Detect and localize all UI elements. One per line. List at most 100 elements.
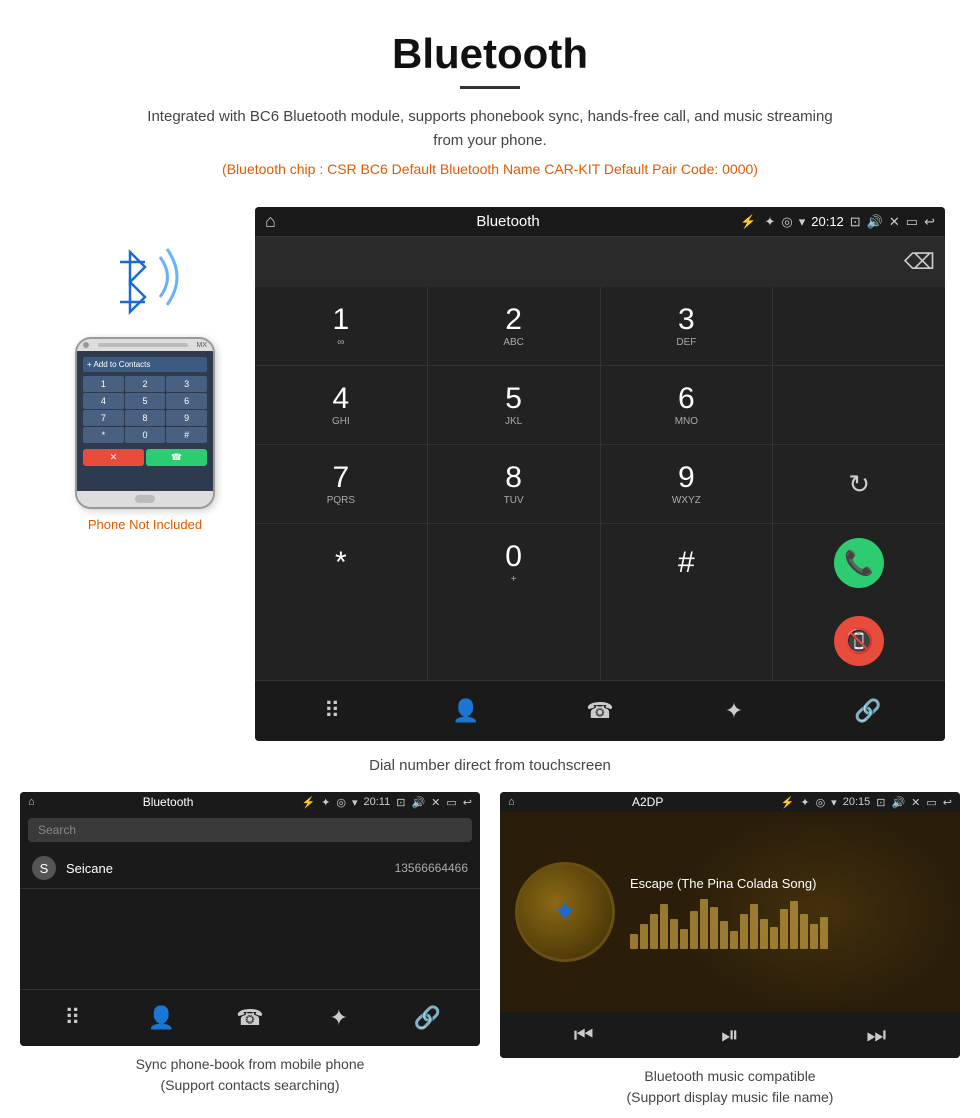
music-bar [680,929,688,949]
music-bar [800,914,808,949]
phone-key-0: 0 [125,427,166,443]
music-block: ⌂ A2DP ⚡ ✦ ◎ ▾ 20:15 ⊡ 🔊 ✕ ▭ ↩ [500,792,960,1108]
pb-close-icon[interactable]: ✕ [431,796,440,809]
end-empty-2 [428,602,600,680]
camera-icon[interactable]: ⊡ [850,214,861,230]
music-screen-icon: ▭ [926,796,936,809]
pb-home-icon[interactable]: ⌂ [28,796,35,808]
key-call[interactable]: 📞 [773,524,945,602]
key-alpha-8: TUV [504,495,524,506]
screen-icon[interactable]: ▭ [906,214,918,230]
phone-mockup: MX + Add to Contacts 1 2 3 4 5 6 7 8 9 * [75,337,215,509]
music-next-icon[interactable]: ⏭ [866,1022,886,1048]
key-alpha-9: WXYZ [672,495,701,506]
key-num-hash: # [678,548,695,578]
music-bar [810,924,818,949]
phone-screen: + Add to Contacts 1 2 3 4 5 6 7 8 9 * 0 … [77,351,213,491]
music-signal-icon: ▾ [831,796,837,809]
phone-side: MX + Add to Contacts 1 2 3 4 5 6 7 8 9 * [35,207,255,532]
pb-toolbar-grid[interactable]: ⠿ [52,998,92,1038]
title-underline [460,86,520,89]
music-app-name: A2DP [521,795,775,809]
key-5[interactable]: 5 JKL [428,366,600,444]
close-icon[interactable]: ✕ [889,214,900,230]
back-icon[interactable]: ↩ [924,214,935,230]
music-status-bar: ⌂ A2DP ⚡ ✦ ◎ ▾ 20:15 ⊡ 🔊 ✕ ▭ ↩ [500,792,960,812]
toolbar-bluetooth-icon[interactable]: ✦ [714,691,754,731]
call-button[interactable]: 📞 [834,538,884,588]
key-9[interactable]: 9 WXYZ [601,445,773,523]
key-2[interactable]: 2 ABC [428,287,600,365]
phone-add-contacts: + Add to Contacts [83,357,207,372]
key-0[interactable]: 0 + [428,524,600,602]
music-equalizer [630,899,945,949]
key-end[interactable]: 📵 [773,602,945,680]
pb-toolbar-bluetooth[interactable]: ✦ [319,998,359,1038]
music-play-pause-icon[interactable]: ⏯ [721,1022,739,1048]
music-main-area: ✦ Escape (The Pina Colada Song) [500,812,960,1012]
specs-line: (Bluetooth chip : CSR BC6 Default Blueto… [0,161,980,177]
pb-bottom-toolbar: ⠿ 👤 ☎ ✦ 🔗 [20,989,480,1046]
pb-contact-avatar: S [32,856,56,880]
key-7[interactable]: 7 PQRS [255,445,427,523]
phone-key-6: 6 [166,393,207,409]
key-3[interactable]: 3 DEF [601,287,773,365]
music-prev-icon[interactable]: ⏮ [574,1022,594,1048]
toolbar-grid-icon[interactable]: ⠿ [312,691,352,731]
toolbar-person-icon[interactable]: 👤 [446,691,486,731]
end-call-button[interactable]: 📵 [834,616,884,666]
key-1[interactable]: 1 ∞ [255,287,427,365]
music-close-icon[interactable]: ✕ [911,796,920,809]
music-bar [790,901,798,949]
key-num-7: 7 [333,463,350,493]
music-bar [780,909,788,949]
key-alpha-2: ABC [503,337,524,348]
pb-status-bar: ⌂ Bluetooth ⚡ ✦ ◎ ▾ 20:11 ⊡ 🔊 ✕ ▭ ↩ [20,792,480,812]
pb-back-icon[interactable]: ↩ [463,796,472,809]
end-empty-1 [255,602,427,680]
location-icon: ◎ [781,214,792,230]
key-star[interactable]: * [255,524,427,602]
pb-contact-row[interactable]: S Seicane 13566664466 [20,848,480,889]
music-bar [770,927,778,949]
call-icon: 📞 [844,549,874,578]
key-4[interactable]: 4 GHI [255,366,427,444]
key-refresh[interactable]: ↻ [773,445,945,523]
toolbar-link-icon[interactable]: 🔗 [848,691,888,731]
music-bar [700,899,708,949]
page-description: Integrated with BC6 Bluetooth module, su… [140,105,840,153]
end-call-icon: 📵 [844,627,874,656]
dial-display: ⌫ [255,237,945,287]
key-alpha-0: + [511,574,517,585]
key-8[interactable]: 8 TUV [428,445,600,523]
pb-toolbar-phone[interactable]: ☎ [230,998,270,1038]
music-album-art: ✦ [515,862,615,962]
pb-search-field[interactable]: Search [28,818,472,842]
music-back-icon[interactable]: ↩ [943,796,952,809]
pb-toolbar-link[interactable]: 🔗 [408,998,448,1038]
music-bar [710,907,718,949]
home-icon[interactable]: ⌂ [265,211,276,232]
key-6[interactable]: 6 MNO [601,366,773,444]
backspace-button[interactable]: ⌫ [904,249,935,275]
music-bar [720,921,728,949]
music-bt-symbol: ✦ [552,895,577,930]
key-num-4: 4 [333,384,350,414]
signal-icon: ▾ [799,214,806,230]
pb-toolbar-person[interactable]: 👤 [141,998,181,1038]
volume-icon[interactable]: 🔊 [867,214,883,230]
music-bar [650,914,658,949]
key-alpha-6: MNO [675,416,698,427]
key-num-1: 1 [333,305,350,335]
music-bar [690,911,698,949]
dial-screen: ⌂ Bluetooth ⚡ ✦ ◎ ▾ 20:12 ⊡ 🔊 ✕ ▭ ↩ ⌫ [255,207,945,741]
music-bar [640,924,648,949]
bluetooth-icon-area [95,237,195,327]
music-home-icon[interactable]: ⌂ [508,796,515,808]
key-hash[interactable]: # [601,524,773,602]
music-bar [670,919,678,949]
music-bar [760,919,768,949]
toolbar-phone-icon[interactable]: ☎ [580,691,620,731]
key-alpha-3: DEF [676,337,696,348]
music-bar [820,917,828,949]
